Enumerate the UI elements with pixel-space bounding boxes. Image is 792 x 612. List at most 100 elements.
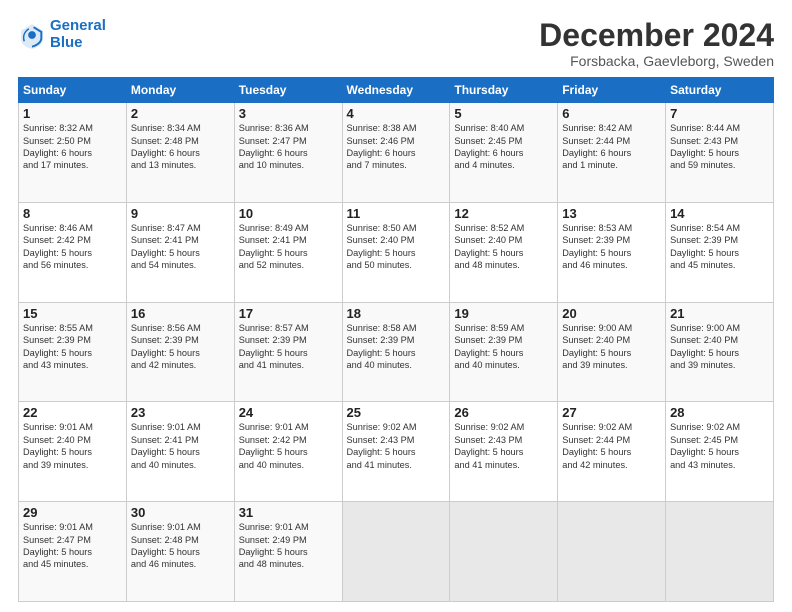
calendar-header-thursday: Thursday <box>450 78 558 103</box>
day-number: 24 <box>239 405 338 420</box>
logo-text: General Blue <box>50 18 106 51</box>
day-info: Sunrise: 8:32 AMSunset: 2:50 PMDaylight:… <box>23 122 122 172</box>
day-number: 23 <box>131 405 230 420</box>
day-number: 9 <box>131 206 230 221</box>
calendar-cell: 2Sunrise: 8:34 AMSunset: 2:48 PMDaylight… <box>126 103 234 203</box>
calendar-week-row: 8Sunrise: 8:46 AMSunset: 2:42 PMDaylight… <box>19 202 774 302</box>
day-number: 26 <box>454 405 553 420</box>
day-info: Sunrise: 8:58 AMSunset: 2:39 PMDaylight:… <box>347 322 446 372</box>
day-info: Sunrise: 9:00 AMSunset: 2:40 PMDaylight:… <box>670 322 769 372</box>
day-info: Sunrise: 8:49 AMSunset: 2:41 PMDaylight:… <box>239 222 338 272</box>
calendar-cell: 1Sunrise: 8:32 AMSunset: 2:50 PMDaylight… <box>19 103 127 203</box>
day-info: Sunrise: 8:59 AMSunset: 2:39 PMDaylight:… <box>454 322 553 372</box>
day-info: Sunrise: 9:01 AMSunset: 2:48 PMDaylight:… <box>131 521 230 571</box>
day-number: 17 <box>239 306 338 321</box>
day-number: 12 <box>454 206 553 221</box>
day-info: Sunrise: 9:01 AMSunset: 2:41 PMDaylight:… <box>131 421 230 471</box>
calendar-table: SundayMondayTuesdayWednesdayThursdayFrid… <box>18 77 774 602</box>
day-number: 31 <box>239 505 338 520</box>
calendar-header-wednesday: Wednesday <box>342 78 450 103</box>
day-info: Sunrise: 9:01 AMSunset: 2:42 PMDaylight:… <box>239 421 338 471</box>
day-number: 2 <box>131 106 230 121</box>
calendar-cell: 14Sunrise: 8:54 AMSunset: 2:39 PMDayligh… <box>666 202 774 302</box>
logo-icon <box>18 21 46 49</box>
calendar-cell: 11Sunrise: 8:50 AMSunset: 2:40 PMDayligh… <box>342 202 450 302</box>
day-info: Sunrise: 8:36 AMSunset: 2:47 PMDaylight:… <box>239 122 338 172</box>
day-info: Sunrise: 8:56 AMSunset: 2:39 PMDaylight:… <box>131 322 230 372</box>
calendar-header-sunday: Sunday <box>19 78 127 103</box>
day-number: 29 <box>23 505 122 520</box>
logo-line1: General <box>50 17 106 34</box>
calendar-cell: 27Sunrise: 9:02 AMSunset: 2:44 PMDayligh… <box>558 402 666 502</box>
calendar-cell: 18Sunrise: 8:58 AMSunset: 2:39 PMDayligh… <box>342 302 450 402</box>
day-info: Sunrise: 9:01 AMSunset: 2:49 PMDaylight:… <box>239 521 338 571</box>
calendar-header-tuesday: Tuesday <box>234 78 342 103</box>
day-number: 8 <box>23 206 122 221</box>
calendar-cell: 8Sunrise: 8:46 AMSunset: 2:42 PMDaylight… <box>19 202 127 302</box>
day-info: Sunrise: 9:02 AMSunset: 2:43 PMDaylight:… <box>454 421 553 471</box>
day-info: Sunrise: 8:53 AMSunset: 2:39 PMDaylight:… <box>562 222 661 272</box>
calendar-cell: 13Sunrise: 8:53 AMSunset: 2:39 PMDayligh… <box>558 202 666 302</box>
calendar-cell: 9Sunrise: 8:47 AMSunset: 2:41 PMDaylight… <box>126 202 234 302</box>
day-info: Sunrise: 9:01 AMSunset: 2:40 PMDaylight:… <box>23 421 122 471</box>
calendar-week-row: 29Sunrise: 9:01 AMSunset: 2:47 PMDayligh… <box>19 502 774 602</box>
day-info: Sunrise: 9:02 AMSunset: 2:43 PMDaylight:… <box>347 421 446 471</box>
title-block: December 2024 Forsbacka, Gaevleborg, Swe… <box>539 18 774 69</box>
calendar-cell: 4Sunrise: 8:38 AMSunset: 2:46 PMDaylight… <box>342 103 450 203</box>
calendar-cell: 30Sunrise: 9:01 AMSunset: 2:48 PMDayligh… <box>126 502 234 602</box>
calendar-cell: 29Sunrise: 9:01 AMSunset: 2:47 PMDayligh… <box>19 502 127 602</box>
day-info: Sunrise: 8:50 AMSunset: 2:40 PMDaylight:… <box>347 222 446 272</box>
day-info: Sunrise: 9:02 AMSunset: 2:44 PMDaylight:… <box>562 421 661 471</box>
calendar-cell: 12Sunrise: 8:52 AMSunset: 2:40 PMDayligh… <box>450 202 558 302</box>
calendar-week-row: 15Sunrise: 8:55 AMSunset: 2:39 PMDayligh… <box>19 302 774 402</box>
day-number: 16 <box>131 306 230 321</box>
calendar-week-row: 22Sunrise: 9:01 AMSunset: 2:40 PMDayligh… <box>19 402 774 502</box>
day-number: 5 <box>454 106 553 121</box>
day-number: 28 <box>670 405 769 420</box>
day-number: 19 <box>454 306 553 321</box>
calendar-header-monday: Monday <box>126 78 234 103</box>
day-info: Sunrise: 8:44 AMSunset: 2:43 PMDaylight:… <box>670 122 769 172</box>
logo: General Blue <box>18 18 106 51</box>
day-number: 22 <box>23 405 122 420</box>
day-number: 11 <box>347 206 446 221</box>
calendar-cell: 7Sunrise: 8:44 AMSunset: 2:43 PMDaylight… <box>666 103 774 203</box>
day-info: Sunrise: 9:00 AMSunset: 2:40 PMDaylight:… <box>562 322 661 372</box>
calendar-cell: 28Sunrise: 9:02 AMSunset: 2:45 PMDayligh… <box>666 402 774 502</box>
day-number: 20 <box>562 306 661 321</box>
day-number: 21 <box>670 306 769 321</box>
calendar-cell: 5Sunrise: 8:40 AMSunset: 2:45 PMDaylight… <box>450 103 558 203</box>
calendar-cell <box>666 502 774 602</box>
calendar-cell: 31Sunrise: 9:01 AMSunset: 2:49 PMDayligh… <box>234 502 342 602</box>
logo-line2: Blue <box>50 34 83 51</box>
day-info: Sunrise: 8:54 AMSunset: 2:39 PMDaylight:… <box>670 222 769 272</box>
calendar-cell <box>450 502 558 602</box>
day-info: Sunrise: 8:57 AMSunset: 2:39 PMDaylight:… <box>239 322 338 372</box>
day-number: 27 <box>562 405 661 420</box>
calendar-cell <box>558 502 666 602</box>
day-info: Sunrise: 8:40 AMSunset: 2:45 PMDaylight:… <box>454 122 553 172</box>
calendar-week-row: 1Sunrise: 8:32 AMSunset: 2:50 PMDaylight… <box>19 103 774 203</box>
header: General Blue December 2024 Forsbacka, Ga… <box>18 18 774 69</box>
day-number: 7 <box>670 106 769 121</box>
day-number: 25 <box>347 405 446 420</box>
calendar-cell: 16Sunrise: 8:56 AMSunset: 2:39 PMDayligh… <box>126 302 234 402</box>
calendar-header-friday: Friday <box>558 78 666 103</box>
calendar-cell: 6Sunrise: 8:42 AMSunset: 2:44 PMDaylight… <box>558 103 666 203</box>
calendar-cell: 22Sunrise: 9:01 AMSunset: 2:40 PMDayligh… <box>19 402 127 502</box>
calendar-cell: 3Sunrise: 8:36 AMSunset: 2:47 PMDaylight… <box>234 103 342 203</box>
calendar-header-saturday: Saturday <box>666 78 774 103</box>
day-info: Sunrise: 8:42 AMSunset: 2:44 PMDaylight:… <box>562 122 661 172</box>
calendar-cell: 23Sunrise: 9:01 AMSunset: 2:41 PMDayligh… <box>126 402 234 502</box>
calendar-cell: 17Sunrise: 8:57 AMSunset: 2:39 PMDayligh… <box>234 302 342 402</box>
day-number: 18 <box>347 306 446 321</box>
calendar-cell: 15Sunrise: 8:55 AMSunset: 2:39 PMDayligh… <box>19 302 127 402</box>
calendar-cell: 10Sunrise: 8:49 AMSunset: 2:41 PMDayligh… <box>234 202 342 302</box>
day-info: Sunrise: 9:02 AMSunset: 2:45 PMDaylight:… <box>670 421 769 471</box>
main-title: December 2024 <box>539 18 774 53</box>
day-number: 30 <box>131 505 230 520</box>
page: General Blue December 2024 Forsbacka, Ga… <box>0 0 792 612</box>
calendar-cell: 24Sunrise: 9:01 AMSunset: 2:42 PMDayligh… <box>234 402 342 502</box>
day-number: 1 <box>23 106 122 121</box>
day-number: 13 <box>562 206 661 221</box>
